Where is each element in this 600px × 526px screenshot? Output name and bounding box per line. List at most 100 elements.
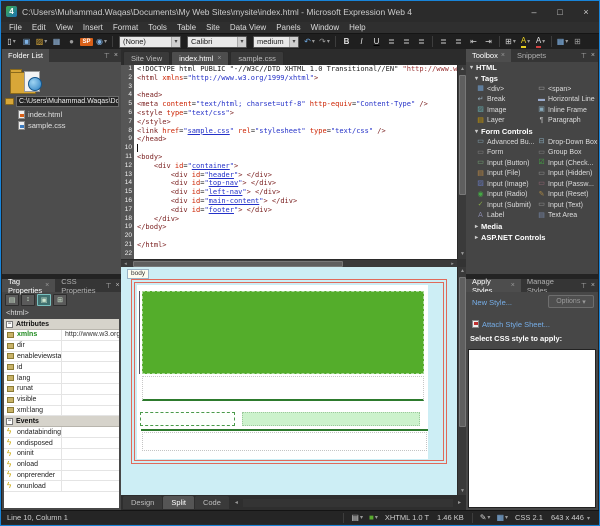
property-row-dir[interactable]: dir: [4, 341, 119, 352]
code-line[interactable]: 2<html xmlns="http://www.w3.org/1999/xht…: [121, 74, 457, 83]
header-block[interactable]: [142, 291, 424, 374]
minimize-button[interactable]: –: [521, 1, 547, 22]
code-line[interactable]: 13 <div id="header"> </div>: [121, 171, 457, 180]
code-line[interactable]: 12 <div id="container">: [121, 162, 457, 171]
code-line[interactable]: 20: [121, 232, 457, 241]
toolbox-section-form-controls[interactable]: ▾Form Controls: [466, 126, 598, 137]
toolbox-item-text-area[interactable]: ▤Text Area: [537, 211, 598, 222]
scroll-right-icon[interactable]: ▸: [453, 499, 466, 506]
new-style-link[interactable]: New Style...: [472, 298, 512, 307]
top-nav-block[interactable]: [142, 376, 424, 401]
left-nav-block[interactable]: [140, 412, 235, 426]
code-line[interactable]: 9</head>: [121, 135, 457, 144]
tab-code[interactable]: Code: [195, 496, 229, 509]
code-line[interactable]: 5<meta content="text/html; charset=utf-8…: [121, 100, 457, 109]
bullet-list-button[interactable]: ≣: [452, 35, 465, 48]
save-button[interactable]: ▦: [50, 35, 63, 48]
code-line[interactable]: 21</html>: [121, 241, 457, 250]
toolbox-item-input-image[interactable]: ▨Input (Image): [476, 179, 537, 190]
toolbox-item-div[interactable]: ▦<div>: [476, 84, 537, 95]
close-icon[interactable]: ×: [501, 52, 505, 59]
tab-folder-list[interactable]: Folder List: [2, 49, 49, 62]
highlight-button[interactable]: A▾: [519, 35, 532, 48]
code-horizontal-scrollbar[interactable]: ◂ ▸: [121, 259, 457, 267]
tab-index-html[interactable]: index.html×: [171, 51, 229, 65]
section-attributes[interactable]: −Attributes: [4, 319, 119, 330]
pin-icon[interactable]: ⊤: [581, 282, 587, 290]
redo-button[interactable]: ↷▾: [318, 35, 331, 48]
font-size-combo[interactable]: medium▾: [253, 36, 299, 48]
toolbox-item-label[interactable]: ALabel: [476, 211, 537, 222]
style-application-button[interactable]: ✎▾: [480, 513, 491, 522]
code-line[interactable]: 14 <div id="top-nav"> </div>: [121, 179, 457, 188]
close-icon[interactable]: ×: [116, 282, 120, 289]
pin-icon[interactable]: ⊤: [105, 282, 111, 290]
style-list[interactable]: [468, 349, 596, 508]
maximize-button[interactable]: □: [547, 1, 573, 22]
close-icon[interactable]: ×: [511, 282, 515, 289]
toolbox-item-layer[interactable]: ▤Layer: [476, 116, 537, 127]
toolbox-item-form[interactable]: ▭Form: [476, 148, 537, 159]
menu-edit[interactable]: Edit: [27, 22, 51, 33]
categorized-button[interactable]: ▤: [5, 294, 19, 306]
scroll-left-icon[interactable]: ◂: [230, 499, 243, 506]
superpreview-button[interactable]: SP: [80, 35, 93, 48]
tab-split[interactable]: Split: [163, 496, 194, 509]
underline-button[interactable]: U: [370, 35, 383, 48]
chevron-down-icon[interactable]: ▾: [237, 37, 246, 47]
toolbox-item-input-text[interactable]: ▭Input (Text): [537, 200, 598, 211]
numbered-list-button[interactable]: ≣: [437, 35, 450, 48]
tab-toolbox[interactable]: Toolbox×: [466, 49, 511, 62]
property-row-ondatabinding[interactable]: ϟondatabinding: [4, 427, 119, 438]
table-button[interactable]: ▦▾: [556, 35, 569, 48]
toolbox-item-inline-frame[interactable]: ▣Inline Frame: [537, 105, 598, 116]
property-row-ondisposed[interactable]: ϟondisposed: [4, 438, 119, 449]
tab-snippets[interactable]: Snippets: [511, 49, 552, 62]
close-icon[interactable]: ×: [114, 52, 118, 59]
new-document-button[interactable]: ▯▾: [5, 35, 18, 48]
toolbox-item-input-radio[interactable]: ◉Input (Radio): [476, 190, 537, 201]
undo-button[interactable]: ↶▾: [303, 35, 316, 48]
tab-site-view[interactable]: Site View: [123, 51, 170, 65]
toolbox-section-tags[interactable]: ▾Tags: [466, 73, 598, 84]
font-color-button[interactable]: A▾: [534, 35, 547, 48]
body-tag-chip[interactable]: body: [127, 269, 149, 279]
code-line[interactable]: 15 <div id="left-nav"> </div>: [121, 188, 457, 197]
style-combo[interactable]: (None)▾: [119, 36, 181, 48]
footer-block[interactable]: [142, 432, 427, 451]
close-icon[interactable]: ×: [45, 282, 49, 289]
menu-help[interactable]: Help: [344, 22, 370, 33]
toolbox-item-input-passw[interactable]: ▭Input (Passw...: [537, 179, 598, 190]
property-row-xmlns[interactable]: xmlnshttp://www.w3.org...: [4, 330, 119, 341]
property-row-onunload[interactable]: ϟonunload: [4, 481, 119, 492]
cell-properties-button[interactable]: ⊞: [571, 35, 584, 48]
toolbox-item-group-box[interactable]: ▭Group Box: [537, 148, 598, 159]
property-row-xml-lang[interactable]: xml:lang: [4, 406, 119, 417]
tab-sample-css[interactable]: sample.css: [230, 51, 284, 65]
menu-data-view[interactable]: Data View: [225, 22, 271, 33]
tab-apply-styles[interactable]: Apply Styles×: [466, 279, 521, 292]
tab-manage-styles[interactable]: Manage Styles: [521, 279, 577, 292]
menu-table[interactable]: Table: [172, 22, 201, 33]
tab-tag-properties[interactable]: Tag Properties×: [2, 279, 55, 292]
design-dimensions[interactable]: 643 x 446 ▾: [551, 513, 590, 522]
close-button[interactable]: ×: [573, 1, 599, 22]
toolbox-item-horizontal-line[interactable]: ▬Horizontal Line: [537, 95, 598, 106]
toolbox-item-image[interactable]: ▨Image: [476, 105, 537, 116]
menu-insert[interactable]: Insert: [78, 22, 108, 33]
toolbox-section-asp-net-controls[interactable]: ▸ASP.NET Controls: [466, 232, 598, 243]
property-row-onprerender[interactable]: ϟonprerender: [4, 471, 119, 482]
site-root-row[interactable]: C:\Users\Muhammad.Waqas\Documents\M: [5, 96, 119, 107]
options-button[interactable]: Options ▾: [548, 295, 594, 308]
file-sample-css[interactable]: sample.css: [18, 121, 119, 130]
code-vertical-scrollbar[interactable]: ▲ ▼: [457, 65, 466, 259]
toolbox-item-input-check[interactable]: ☑Input (Check...: [537, 158, 598, 169]
collapse-icon[interactable]: −: [6, 418, 13, 425]
toolbox-item-input-submit[interactable]: ✓Input (Submit): [476, 200, 537, 211]
toolbox-item-input-hidden[interactable]: ▭Input (Hidden): [537, 169, 598, 180]
code-line[interactable]: 6<style type="text/css">: [121, 109, 457, 118]
preview-in-browser-button[interactable]: ◉▾: [95, 35, 108, 48]
align-left-button[interactable]: ≣: [385, 35, 398, 48]
sort-alphabetical-button[interactable]: ↕: [21, 294, 35, 306]
menu-site[interactable]: Site: [201, 22, 225, 33]
